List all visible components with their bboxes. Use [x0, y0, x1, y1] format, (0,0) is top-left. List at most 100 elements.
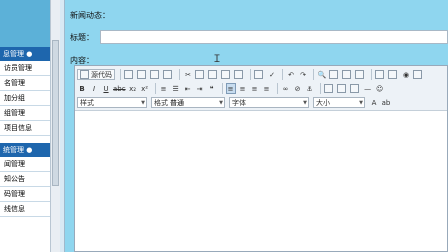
image-button[interactable]	[323, 83, 335, 94]
anchor-button[interactable]: ⚓	[305, 83, 315, 94]
size-select[interactable]: 大小 ▼	[313, 97, 365, 108]
strikethrough-button[interactable]: abc	[113, 83, 126, 94]
title-label: 标题：	[70, 33, 94, 42]
scrollbar-thumb[interactable]	[52, 40, 59, 186]
template-icon	[163, 70, 172, 79]
table-icon	[349, 84, 359, 93]
sidebar-item-password-manage[interactable]: 码管理	[0, 187, 50, 202]
align-justify-button[interactable]: ≡	[262, 83, 272, 94]
source-button[interactable]: 源代码	[77, 69, 115, 80]
sidebar-banner	[0, 0, 50, 47]
font-select[interactable]: 字体 ▼	[229, 97, 309, 108]
background-color-button[interactable]: ab	[381, 97, 391, 108]
format-label: 格式	[154, 98, 168, 107]
paste-word-icon	[234, 70, 243, 79]
spellcheck-button[interactable]: ✓	[267, 69, 277, 80]
image-icon	[323, 84, 333, 93]
rich-text-editor[interactable]: 源代码 ✂ ✓ ↶ ↷ 🔍 ◉ B I U abc x₂ x² ≡ ☰ ⇤ ⇥ …	[74, 65, 448, 252]
sidebar-item-online-info[interactable]: 线信息	[0, 202, 50, 217]
eraser-icon	[355, 70, 364, 79]
format-value: 普通	[170, 98, 184, 107]
sidebar: 息管理 ● 访员管理 名管理 加分组 组管理 项目信息 统管理 ● 闻管理 知公…	[0, 0, 50, 252]
checkbox-button[interactable]	[388, 69, 399, 80]
align-right-button[interactable]: ≡	[250, 83, 260, 94]
chevron-down-icon: ▼	[359, 100, 363, 106]
title-input[interactable]	[100, 30, 448, 44]
undo-button[interactable]: ↶	[286, 69, 296, 80]
sidebar-item-project-info[interactable]: 项目信息	[0, 121, 50, 136]
editor-content-area[interactable]	[75, 112, 447, 251]
remove-format-button[interactable]	[355, 69, 366, 80]
separator	[313, 69, 314, 80]
new-doc-icon	[124, 70, 133, 79]
template-button[interactable]	[163, 69, 174, 80]
redo-button[interactable]: ↷	[298, 69, 308, 80]
italic-button[interactable]: I	[89, 83, 99, 94]
frame-divider[interactable]	[60, 0, 65, 252]
horizontal-rule-button[interactable]: —	[363, 83, 373, 94]
unordered-list-button[interactable]: ☰	[171, 83, 181, 94]
table-button[interactable]	[349, 83, 361, 94]
form-button[interactable]	[375, 69, 386, 80]
ordered-list-button[interactable]: ≡	[159, 83, 169, 94]
separator	[250, 69, 251, 80]
sidebar-item-notice[interactable]: 知公告	[0, 172, 50, 187]
sidebar-item-group-manage[interactable]: 组管理	[0, 106, 50, 121]
copy-button[interactable]	[195, 69, 206, 80]
unlink-button[interactable]: ⊘	[293, 83, 303, 94]
subscript-button[interactable]: x₂	[128, 83, 138, 94]
cut-button[interactable]: ✂	[183, 69, 193, 80]
underline-button[interactable]: U	[101, 83, 111, 94]
textfield-button[interactable]	[413, 69, 424, 80]
select-all-button[interactable]	[342, 69, 353, 80]
sidebar-item-visitor-manage[interactable]: 访员管理	[0, 61, 50, 76]
outdent-button[interactable]: ⇤	[183, 83, 193, 94]
source-label: 源代码	[91, 70, 112, 79]
paste-button[interactable]	[208, 69, 219, 80]
link-button[interactable]: ∞	[281, 83, 291, 94]
smiley-button[interactable]: ☺	[375, 83, 385, 94]
save-button[interactable]	[137, 69, 148, 80]
flash-icon	[336, 84, 346, 93]
separator	[319, 83, 321, 94]
indent-button[interactable]: ⇥	[195, 83, 205, 94]
sidebar-item-name-manage[interactable]: 名管理	[0, 76, 50, 91]
flash-button[interactable]	[336, 83, 348, 94]
blockquote-button[interactable]: ❝	[207, 83, 217, 94]
separator	[276, 83, 278, 94]
align-left-button[interactable]: ≡	[225, 83, 236, 94]
sidebar-item-add-group[interactable]: 加分组	[0, 91, 50, 106]
preview-button[interactable]	[150, 69, 161, 80]
font-label: 字体	[232, 98, 246, 107]
font-color-button[interactable]: A	[369, 97, 379, 108]
sidebar-section-header-info[interactable]: 息管理 ●	[0, 47, 50, 61]
toolbar-row-1: 源代码 ✂ ✓ ↶ ↷ 🔍 ◉	[77, 68, 426, 81]
radio-button[interactable]: ◉	[401, 69, 411, 80]
chevron-down-icon: ▼	[219, 100, 223, 106]
print-button[interactable]	[254, 69, 265, 80]
replace-button[interactable]	[329, 69, 340, 80]
superscript-button[interactable]: x²	[140, 83, 150, 94]
style-select[interactable]: 样式 ▼	[77, 97, 147, 108]
save-icon	[137, 70, 146, 79]
chevron-down-icon: ▼	[303, 100, 307, 106]
sidebar-item-news-manage[interactable]: 闻管理	[0, 157, 50, 172]
sidebar-gap	[0, 136, 50, 143]
replace-icon	[329, 70, 338, 79]
format-select[interactable]: 格式 普通 ▼	[151, 97, 225, 108]
paste-word-button[interactable]	[234, 69, 245, 80]
toolbar-row-2: B I U abc x₂ x² ≡ ☰ ⇤ ⇥ ❝ ≡ ≡ ≡ ≡ ∞ ⊘ ⚓ …	[77, 82, 387, 95]
page-heading: 新闻动态：	[70, 11, 110, 20]
align-center-button[interactable]: ≡	[238, 83, 248, 94]
bold-button[interactable]: B	[77, 83, 87, 94]
separator	[371, 69, 372, 80]
find-button[interactable]: 🔍	[317, 69, 327, 80]
new-doc-button[interactable]	[124, 69, 135, 80]
sidebar-scrollbar[interactable]	[50, 0, 60, 252]
paste-icon	[208, 70, 217, 79]
paste-text-button[interactable]	[221, 69, 232, 80]
sidebar-section-header-system[interactable]: 统管理 ●	[0, 143, 50, 157]
checkbox-icon	[388, 70, 397, 79]
main-panel: 新闻动态： 标题： 内容： 源代码 ✂ ✓ ↶ ↷ 🔍 ◉ B I U abc …	[66, 0, 448, 252]
paste-text-icon	[221, 70, 230, 79]
